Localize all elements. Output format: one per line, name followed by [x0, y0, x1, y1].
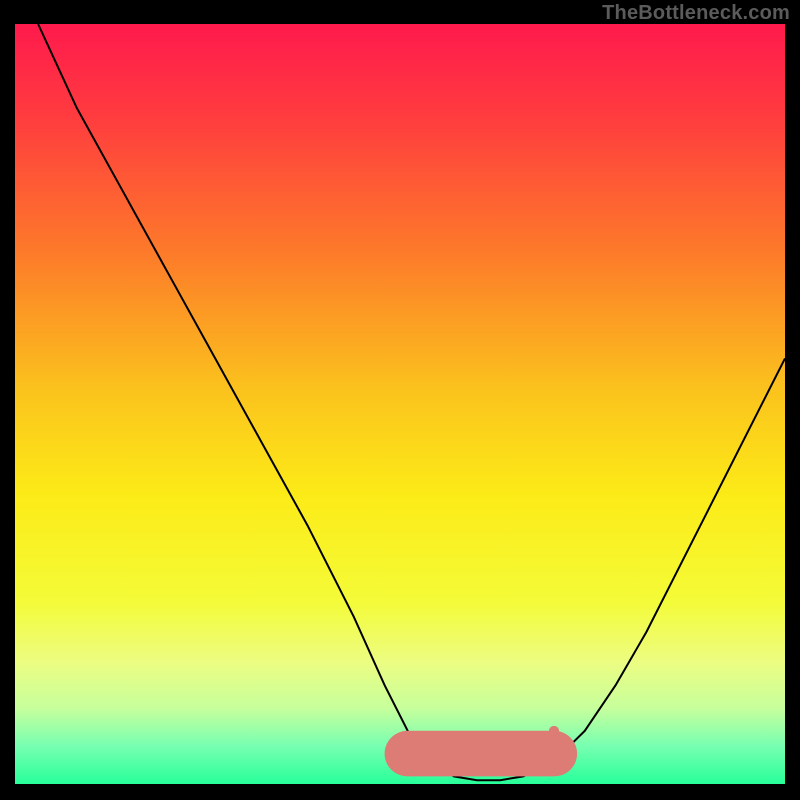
current-config-marker	[549, 726, 559, 736]
watermark-text: TheBottleneck.com	[602, 2, 790, 25]
bottleneck-plot	[15, 24, 785, 784]
chart-frame: TheBottleneck.com	[0, 0, 800, 800]
heatmap-background	[15, 24, 785, 784]
